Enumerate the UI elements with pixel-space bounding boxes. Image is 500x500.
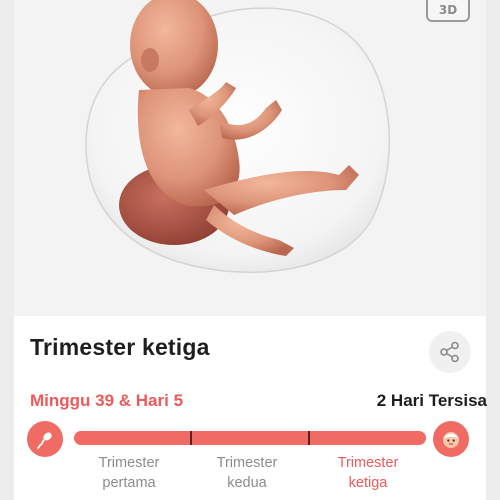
sperm-icon (37, 432, 52, 449)
app-screen: 3D Trimester ketiga Minggu 39 & Hari 5 2… (14, 0, 487, 500)
trimester-label-first: Trimester pertama (74, 453, 184, 493)
trimester-label-third: Trimester ketiga (313, 453, 423, 493)
trimester-label-line2: pertama (102, 475, 156, 491)
trimester-label-line1: Trimester (216, 455, 278, 471)
conception-marker (27, 421, 63, 457)
trimester-divider (190, 431, 192, 445)
fetus-illustration (85, 0, 391, 273)
days-remaining-label: 2 Hari Tersisa (376, 391, 487, 410)
trimester-label-line1: Trimester (337, 455, 399, 471)
week-day-label: Minggu 39 & Hari 5 (30, 391, 184, 410)
fetus-3d-view[interactable]: 3D (14, 0, 486, 316)
share-button[interactable] (429, 331, 471, 373)
share-icon (440, 341, 459, 363)
trimester-label-line2: kedua (227, 475, 267, 491)
trimester-label-second: Trimester kedua (192, 453, 302, 493)
3d-view-badge[interactable]: 3D (426, 0, 470, 22)
trimester-label-line2: ketiga (348, 475, 388, 491)
trimester-divider (308, 431, 310, 445)
birth-marker (433, 421, 469, 457)
baby-face-icon (443, 432, 459, 448)
page-title: Trimester ketiga (30, 334, 210, 360)
pregnancy-progress-bar (74, 431, 426, 445)
trimester-label-line1: Trimester (98, 455, 160, 471)
